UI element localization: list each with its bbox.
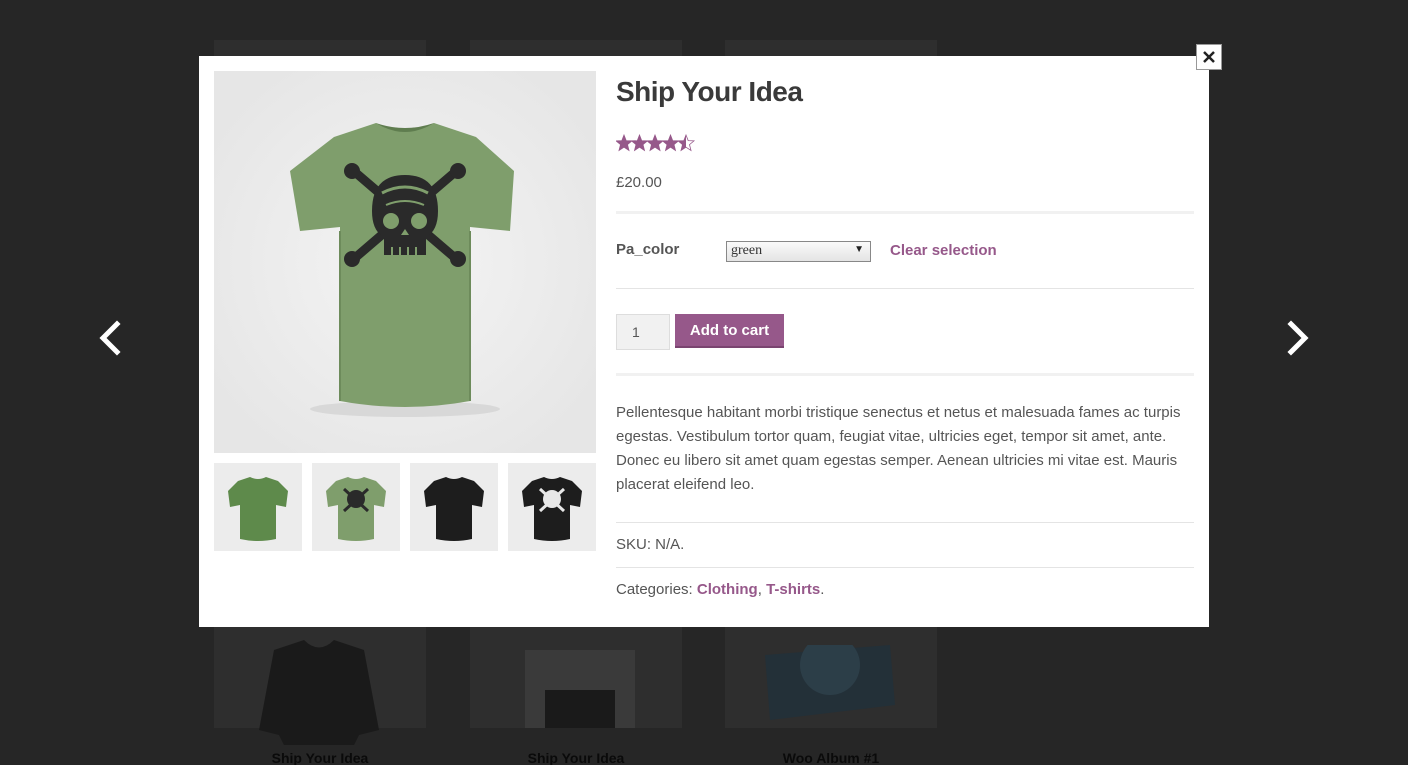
chevron-left-icon	[99, 320, 121, 356]
categories-separator: ,	[757, 581, 762, 598]
color-select[interactable]: green ▼	[726, 241, 871, 262]
product-main-image[interactable]	[214, 71, 596, 453]
product-thumbnails	[214, 463, 596, 551]
product-description: Pellentesque habitant morbi tristique se…	[616, 404, 1181, 493]
bg-poster-shape	[525, 650, 635, 728]
category-link-tshirts[interactable]: T-shirts	[766, 581, 820, 598]
divider	[616, 373, 1194, 376]
tshirt-thumb	[522, 477, 582, 541]
divider	[616, 288, 1194, 289]
thumbnail-green-front[interactable]	[214, 463, 302, 551]
product-sku: SKU: N/A.	[616, 536, 685, 553]
bg-product-title: Ship Your Idea	[271, 750, 369, 765]
tshirt-illustration	[214, 71, 596, 453]
tshirt-thumb	[326, 477, 386, 541]
product-title: Ship Your Idea	[616, 76, 803, 107]
categories-end: .	[820, 581, 825, 598]
clear-selection-link[interactable]: Clear selection	[890, 242, 997, 259]
chevron-right-icon	[1287, 320, 1309, 356]
thumbnail-black-skull[interactable]	[508, 463, 596, 551]
prev-product-button[interactable]	[95, 318, 125, 358]
close-modal-button[interactable]	[1196, 44, 1222, 70]
bg-product-title: Ship Your Idea	[527, 750, 625, 765]
categories-label: Categories:	[616, 581, 693, 598]
product-categories: Categories: Clothing, T-shirts.	[616, 581, 824, 598]
quick-view-modal: Ship Your Idea £20.00 Pa_color green ▼ C…	[199, 56, 1209, 627]
bg-album-shape	[765, 645, 895, 720]
divider	[616, 211, 1194, 214]
product-price: £20.00	[616, 174, 662, 191]
dropdown-arrow-icon: ▼	[854, 244, 864, 255]
tshirt-thumb	[228, 477, 288, 541]
bg-hoodie-shape	[259, 640, 379, 745]
thumbnail-green-skull[interactable]	[312, 463, 400, 551]
star-rating	[616, 134, 695, 151]
add-to-cart-button[interactable]: Add to cart	[675, 314, 784, 348]
next-product-button[interactable]	[1283, 318, 1313, 358]
tshirt-thumb	[424, 477, 484, 541]
variation-label: Pa_color	[616, 241, 680, 258]
bg-product-title: Woo Album #1	[782, 750, 880, 765]
divider	[616, 567, 1194, 568]
category-link-clothing[interactable]: Clothing	[697, 581, 758, 598]
quantity-input[interactable]: 1	[616, 314, 670, 350]
close-icon	[1203, 51, 1215, 63]
color-select-value: green	[731, 243, 763, 258]
thumbnail-black-front[interactable]	[410, 463, 498, 551]
divider	[616, 522, 1194, 523]
